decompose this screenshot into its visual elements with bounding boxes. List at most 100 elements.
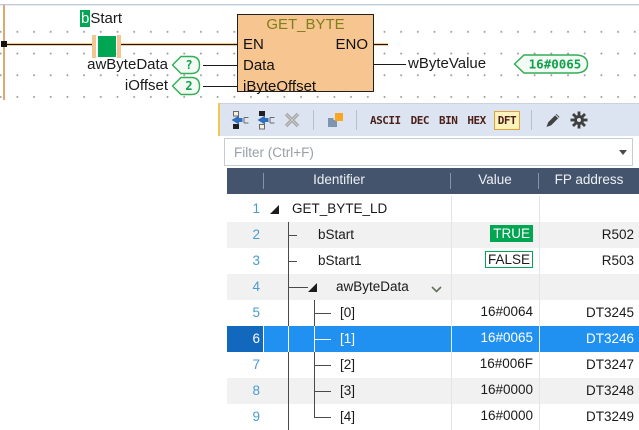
format-bin-button[interactable]: BIN bbox=[437, 113, 459, 128]
monitor-badge-ioffset[interactable]: 2 bbox=[171, 75, 202, 97]
table-row[interactable]: 3 bStart1 FALSE R503 bbox=[227, 248, 639, 274]
contact-true-state[interactable] bbox=[98, 36, 116, 57]
contact-bool-highlight: b bbox=[80, 10, 90, 27]
table-row-selected[interactable]: 6 [1] 16#0065 DT3246 bbox=[227, 326, 639, 352]
gridline bbox=[539, 196, 540, 222]
gridline bbox=[539, 404, 540, 430]
row-number: 1 bbox=[227, 201, 260, 216]
tree-line bbox=[314, 339, 331, 340]
toolbar-separator bbox=[313, 110, 314, 130]
contact-label-rest: Start bbox=[90, 10, 122, 27]
tree-line bbox=[288, 404, 289, 430]
format-dft-button[interactable]: DFT bbox=[494, 111, 520, 130]
identifier-cell: GET_BYTE_LD bbox=[292, 201, 387, 216]
pin-eno: ENO bbox=[335, 36, 368, 53]
tree-line bbox=[314, 313, 331, 314]
gridline bbox=[539, 274, 540, 300]
wire-rail-to-contact bbox=[5, 44, 93, 45]
gridline bbox=[451, 222, 452, 248]
table-row[interactable]: 5 [0] 16#0064 DT3245 bbox=[227, 300, 639, 326]
gridline bbox=[451, 378, 452, 404]
filter-input[interactable] bbox=[224, 138, 633, 166]
gridline bbox=[451, 274, 452, 300]
value-cell: 16#0064 bbox=[451, 304, 533, 319]
header-separator bbox=[538, 173, 539, 189]
format-dec-button[interactable]: DEC bbox=[409, 113, 431, 128]
identifier-cell: [1] bbox=[340, 331, 355, 346]
input-awbytedata-label[interactable]: awByteData bbox=[40, 56, 168, 73]
input-ioffset-label[interactable]: iOffset bbox=[40, 77, 168, 94]
format-hex-button[interactable]: HEX bbox=[465, 113, 487, 128]
gridline bbox=[451, 300, 452, 326]
insert-variable-icon[interactable] bbox=[230, 110, 250, 130]
fp-address-cell: DT3248 bbox=[539, 383, 634, 398]
row-number: 4 bbox=[227, 279, 260, 294]
column-header-fp-address[interactable]: FP address bbox=[539, 172, 639, 187]
value-cell: 16#0000 bbox=[451, 382, 533, 397]
tree-line bbox=[288, 352, 289, 378]
arrange-icon[interactable] bbox=[325, 110, 345, 130]
contact-variable-label[interactable]: bStart bbox=[80, 10, 122, 27]
value-cell: 16#006F bbox=[451, 356, 533, 371]
table-row[interactable]: 1 GET_BYTE_LD bbox=[227, 196, 639, 222]
row-number: 2 bbox=[227, 227, 260, 242]
settings-gear-icon[interactable] bbox=[569, 110, 589, 130]
tree-line bbox=[288, 326, 289, 352]
expand-triangle-icon[interactable] bbox=[308, 283, 317, 292]
tree-line bbox=[288, 378, 289, 404]
gridline bbox=[451, 352, 452, 378]
value-cell: 16#0000 bbox=[451, 408, 533, 423]
wire-junction bbox=[1, 41, 7, 47]
table-row[interactable]: 4 awByteData bbox=[227, 274, 639, 300]
tree-line bbox=[288, 300, 289, 326]
header-separator bbox=[263, 173, 264, 189]
table-row[interactable]: 8 [3] 16#0000 DT3248 bbox=[227, 378, 639, 404]
column-header-value[interactable]: Value bbox=[451, 172, 539, 187]
wire-contact-to-en bbox=[121, 44, 237, 45]
power-rail-left bbox=[3, 5, 5, 100]
row-number: 5 bbox=[227, 305, 260, 320]
identifier-cell: [0] bbox=[340, 305, 355, 320]
row-number: 8 bbox=[227, 383, 260, 398]
function-block-get-byte[interactable]: GET_BYTE EN ENO Data iByteOffset bbox=[237, 14, 374, 92]
gridline bbox=[451, 326, 452, 352]
watch-table: Identifier Value FP address 1 GET_BYTE_L… bbox=[227, 168, 639, 430]
tree-line bbox=[314, 391, 331, 392]
expand-triangle-icon[interactable] bbox=[270, 205, 279, 214]
gridline bbox=[451, 404, 452, 430]
gridline bbox=[451, 196, 452, 222]
pin-data: Data bbox=[243, 57, 275, 74]
row-number: 7 bbox=[227, 357, 260, 372]
toolbar-accent-bar bbox=[218, 103, 220, 136]
monitor-badge-awbytedata[interactable]: ? bbox=[171, 54, 202, 76]
watch-window: ASCII DEC BIN HEX DFT bbox=[218, 103, 639, 430]
value-cell: FALSE bbox=[451, 252, 533, 267]
delete-icon[interactable] bbox=[282, 110, 302, 130]
value-cell: TRUE bbox=[451, 226, 533, 241]
table-row[interactable]: 9 [4] 16#0000 DT3249 bbox=[227, 404, 639, 430]
write-icon[interactable] bbox=[543, 110, 563, 130]
gridline bbox=[451, 248, 452, 274]
table-row[interactable]: 2 bStart TRUE R502 bbox=[227, 222, 639, 248]
monitor-value-wbytevalue: 16#0065 bbox=[529, 57, 582, 72]
function-block-title: GET_BYTE bbox=[238, 16, 373, 33]
gridline bbox=[539, 326, 540, 352]
contact-right-bar bbox=[117, 35, 121, 58]
monitor-value-awbytedata: ? bbox=[185, 58, 192, 72]
fp-address-cell: DT3246 bbox=[539, 331, 634, 346]
watch-toolbar: ASCII DEC BIN HEX DFT bbox=[218, 103, 639, 136]
identifier-cell: [2] bbox=[340, 357, 355, 372]
gridline bbox=[539, 248, 540, 274]
filter-dropdown-arrow[interactable] bbox=[619, 150, 627, 155]
output-wbytevalue-label[interactable]: wByteValue bbox=[408, 55, 486, 72]
gridline bbox=[539, 352, 540, 378]
format-ascii-button[interactable]: ASCII bbox=[368, 113, 403, 128]
chevron-down-icon[interactable] bbox=[430, 282, 443, 297]
column-header-identifier[interactable]: Identifier bbox=[227, 172, 451, 187]
network-top-border bbox=[0, 4, 639, 5]
insert-variable-alt-icon[interactable] bbox=[256, 110, 276, 130]
tree-line bbox=[314, 417, 331, 418]
bool-false-badge: FALSE bbox=[485, 251, 533, 268]
monitor-badge-wbytevalue[interactable]: 16#0065 bbox=[513, 52, 590, 76]
table-row[interactable]: 7 [2] 16#006F DT3247 bbox=[227, 352, 639, 378]
